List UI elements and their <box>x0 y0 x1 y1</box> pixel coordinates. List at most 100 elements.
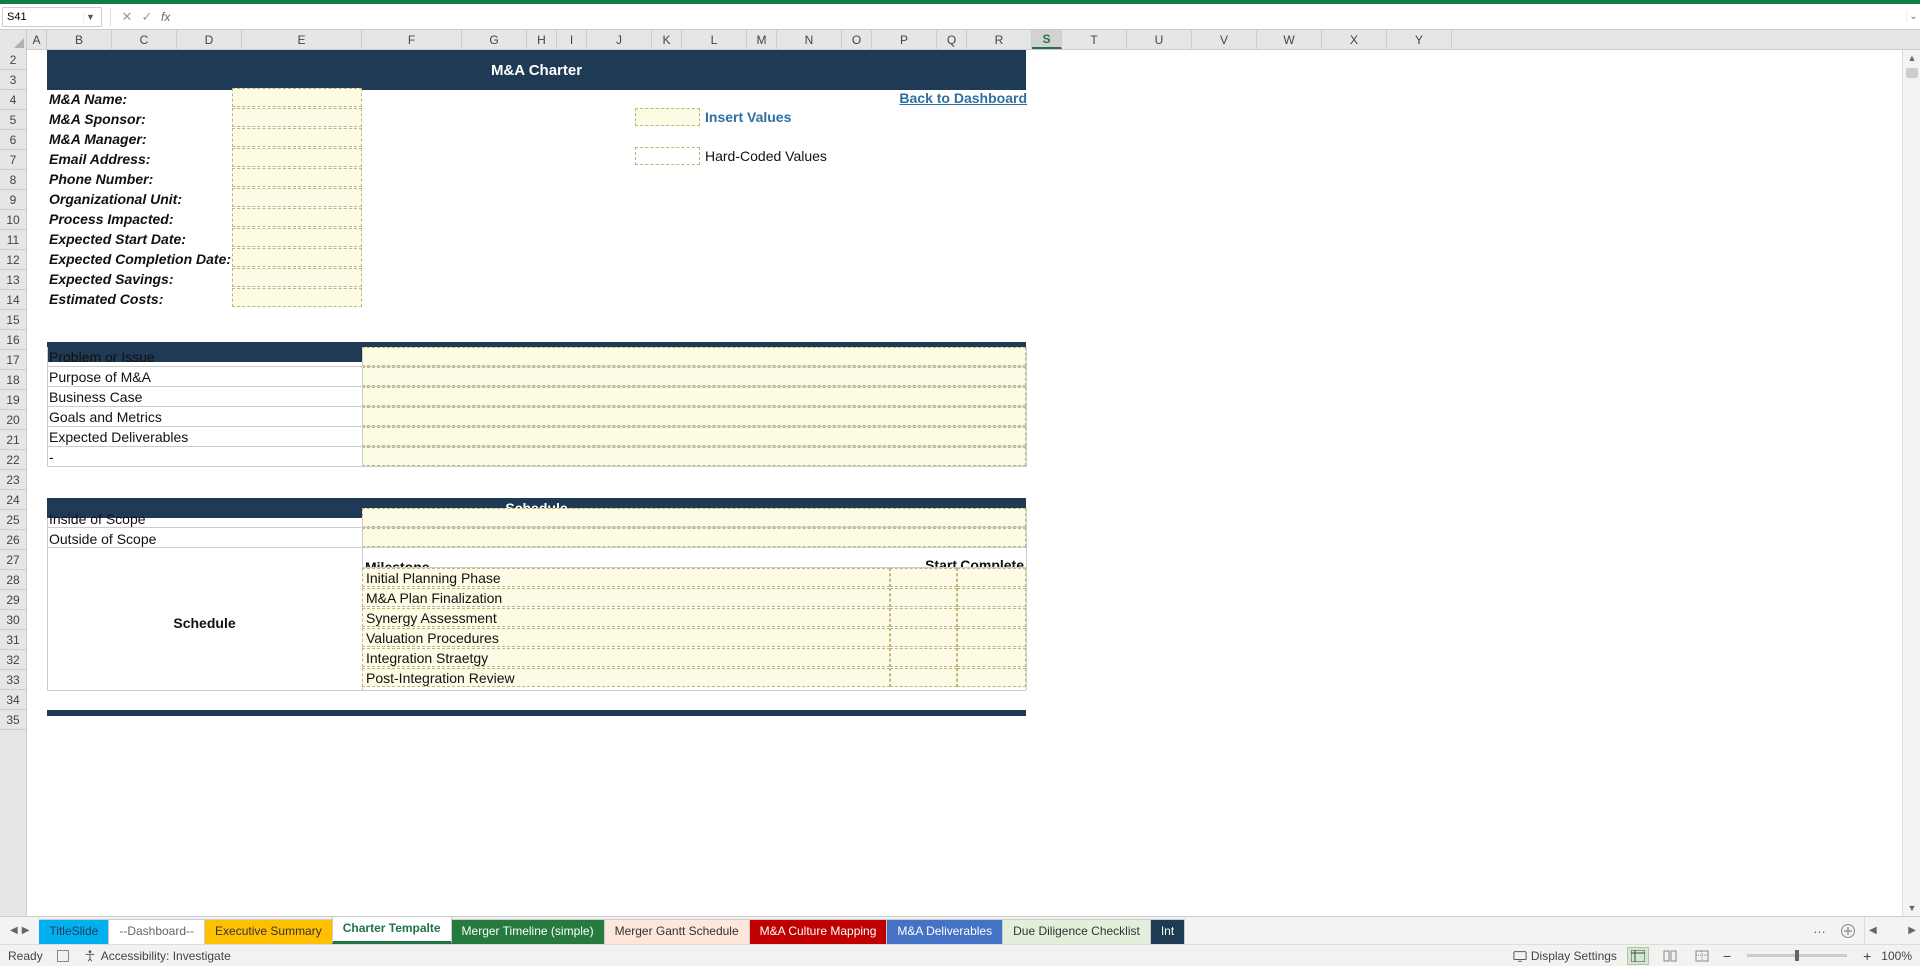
info-input-cell[interactable] <box>232 208 362 227</box>
col-header-F[interactable]: F <box>362 30 462 49</box>
row-header-9[interactable]: 9 <box>0 190 26 210</box>
row-header-18[interactable]: 18 <box>0 370 26 390</box>
problems-input-cell[interactable] <box>362 447 1026 466</box>
col-header-K[interactable]: K <box>652 30 682 49</box>
row-header-27[interactable]: 27 <box>0 550 26 570</box>
row-header-17[interactable]: 17 <box>0 350 26 370</box>
row-header-30[interactable]: 30 <box>0 610 26 630</box>
hscroll-right-icon[interactable]: ▶ <box>1908 925 1916 936</box>
row-header-16[interactable]: 16 <box>0 330 26 350</box>
col-header-Q[interactable]: Q <box>937 30 967 49</box>
col-header-C[interactable]: C <box>112 30 177 49</box>
row-header-31[interactable]: 31 <box>0 630 26 650</box>
row-header-13[interactable]: 13 <box>0 270 26 290</box>
sheet-tab[interactable]: Charter Tempalte <box>332 917 452 944</box>
col-header-U[interactable]: U <box>1127 30 1192 49</box>
col-header-X[interactable]: X <box>1322 30 1387 49</box>
tab-nav-next-icon[interactable]: ▶ <box>22 925 30 936</box>
row-header-26[interactable]: 26 <box>0 530 26 550</box>
col-header-N[interactable]: N <box>777 30 842 49</box>
col-header-R[interactable]: R <box>967 30 1032 49</box>
info-input-cell[interactable] <box>232 148 362 167</box>
cancel-formula-icon[interactable]: ✕ <box>117 9 137 25</box>
view-page-layout-button[interactable] <box>1659 947 1681 965</box>
accept-formula-icon[interactable]: ✓ <box>137 9 157 25</box>
view-page-break-button[interactable] <box>1691 947 1713 965</box>
info-input-cell[interactable] <box>232 108 362 127</box>
info-input-cell[interactable] <box>232 248 362 267</box>
zoom-out-button[interactable]: − <box>1723 948 1731 964</box>
row-header-12[interactable]: 12 <box>0 250 26 270</box>
row-header-32[interactable]: 32 <box>0 650 26 670</box>
milestone-cell[interactable]: Initial Planning Phase <box>362 568 890 587</box>
zoom-slider[interactable] <box>1747 954 1847 957</box>
row-header-8[interactable]: 8 <box>0 170 26 190</box>
name-box[interactable]: S41 ▼ <box>2 7 102 27</box>
col-header-O[interactable]: O <box>842 30 872 49</box>
row-header-15[interactable]: 15 <box>0 310 26 330</box>
tabs-overflow-icon[interactable]: … <box>1807 917 1832 944</box>
fx-icon[interactable]: fx <box>161 10 170 24</box>
row-header-25[interactable]: 25 <box>0 510 26 530</box>
problems-input-cell[interactable] <box>362 347 1026 366</box>
col-header-L[interactable]: L <box>682 30 747 49</box>
row-header-11[interactable]: 11 <box>0 230 26 250</box>
row-header-10[interactable]: 10 <box>0 210 26 230</box>
row-header-22[interactable]: 22 <box>0 450 26 470</box>
row-header-19[interactable]: 19 <box>0 390 26 410</box>
scroll-thumb[interactable] <box>1906 68 1918 78</box>
row-header-24[interactable]: 24 <box>0 490 26 510</box>
milestone-complete-cell[interactable] <box>957 668 1026 687</box>
macro-recording-icon[interactable] <box>57 950 69 962</box>
problems-input-cell[interactable] <box>362 427 1026 446</box>
info-input-cell[interactable] <box>232 188 362 207</box>
select-all-button[interactable] <box>0 30 27 50</box>
info-input-cell[interactable] <box>232 88 362 107</box>
milestone-start-cell[interactable] <box>890 668 957 687</box>
zoom-slider-thumb[interactable] <box>1795 950 1799 961</box>
milestone-cell[interactable]: Valuation Procedures <box>362 628 890 647</box>
row-header-3[interactable]: 3 <box>0 70 26 90</box>
sheet-tab[interactable]: Merger Timeline (simple) <box>451 919 605 944</box>
col-header-A[interactable]: A <box>27 30 47 49</box>
sheet-tab[interactable]: Merger Gantt Schedule <box>604 919 750 944</box>
scroll-down-icon[interactable]: ▼ <box>1903 900 1920 916</box>
sheet-tab[interactable]: --Dashboard-- <box>108 919 205 944</box>
row-header-14[interactable]: 14 <box>0 290 26 310</box>
col-header-P[interactable]: P <box>872 30 937 49</box>
row-header-33[interactable]: 33 <box>0 670 26 690</box>
zoom-in-button[interactable]: + <box>1863 948 1871 964</box>
milestone-cell[interactable]: M&A Plan Finalization <box>362 588 890 607</box>
col-header-E[interactable]: E <box>242 30 362 49</box>
col-header-S[interactable]: S <box>1032 30 1062 49</box>
milestone-start-cell[interactable] <box>890 568 957 587</box>
col-header-W[interactable]: W <box>1257 30 1322 49</box>
vertical-scrollbar[interactable]: ▲ ▼ <box>1902 50 1920 916</box>
milestone-start-cell[interactable] <box>890 648 957 667</box>
row-header-7[interactable]: 7 <box>0 150 26 170</box>
scroll-up-icon[interactable]: ▲ <box>1903 50 1920 66</box>
col-header-J[interactable]: J <box>587 30 652 49</box>
sheet-tab[interactable]: M&A Deliverables <box>886 919 1003 944</box>
col-header-D[interactable]: D <box>177 30 242 49</box>
accessibility-status[interactable]: Accessibility: Investigate <box>83 949 231 963</box>
info-input-cell[interactable] <box>232 128 362 147</box>
scope-input-cell[interactable] <box>362 508 1026 527</box>
milestone-cell[interactable]: Synergy Assessment <box>362 608 890 627</box>
horizontal-scroll-segment[interactable]: ◀ ▶ <box>1864 917 1920 944</box>
row-header-21[interactable]: 21 <box>0 430 26 450</box>
row-header-34[interactable]: 34 <box>0 690 26 710</box>
milestone-complete-cell[interactable] <box>957 608 1026 627</box>
milestone-start-cell[interactable] <box>890 588 957 607</box>
problems-input-cell[interactable] <box>362 387 1026 406</box>
row-header-28[interactable]: 28 <box>0 570 26 590</box>
col-header-B[interactable]: B <box>47 30 112 49</box>
hscroll-left-icon[interactable]: ◀ <box>1869 925 1877 936</box>
milestone-complete-cell[interactable] <box>957 628 1026 647</box>
display-settings-button[interactable]: Display Settings <box>1513 949 1617 963</box>
sheet-tab[interactable]: TitleSlide <box>39 919 109 944</box>
col-header-G[interactable]: G <box>462 30 527 49</box>
scope-input-cell[interactable] <box>362 528 1026 547</box>
row-header-5[interactable]: 5 <box>0 110 26 130</box>
col-header-M[interactable]: M <box>747 30 777 49</box>
